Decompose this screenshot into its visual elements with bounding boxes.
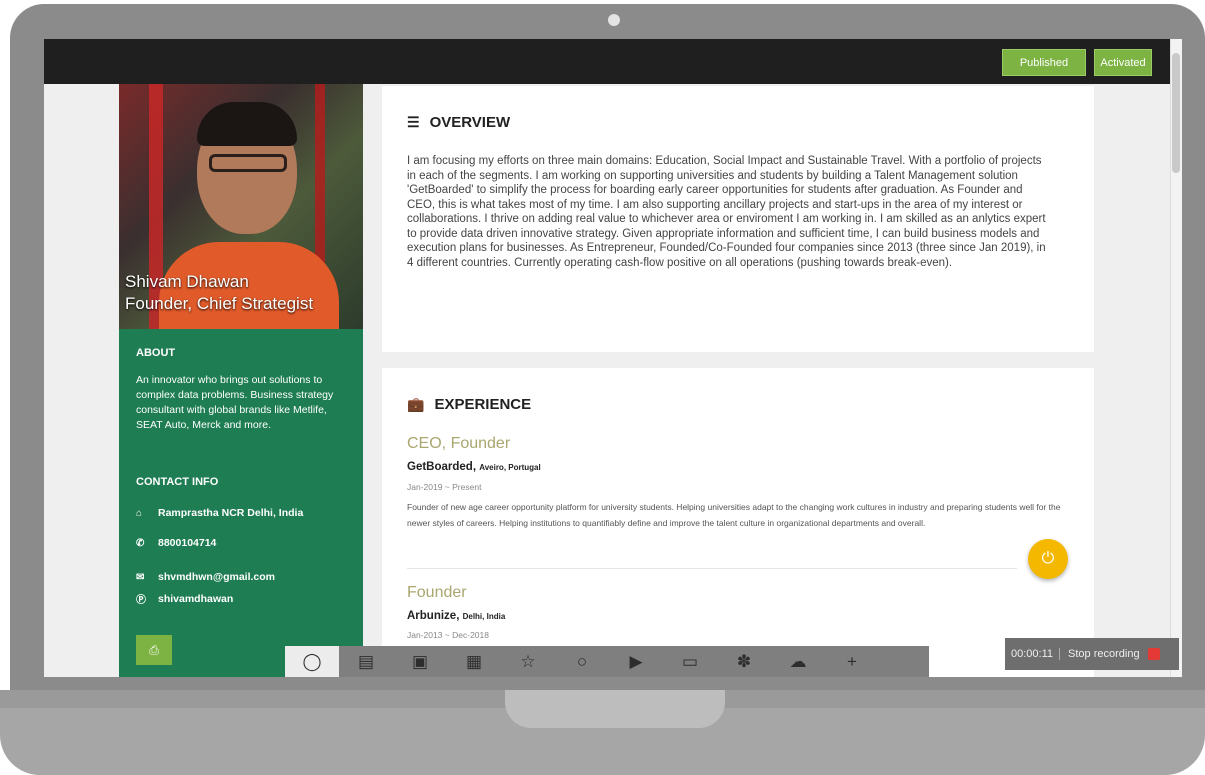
print-button[interactable]: ⎙: [136, 635, 172, 665]
stop-icon[interactable]: [1147, 648, 1160, 660]
photo-glasses: [209, 154, 287, 172]
power-icon: ⏻: [1041, 550, 1055, 567]
overview-text: I am focusing my efforts on three main d…: [407, 155, 1046, 269]
skype-icon: Ⓟ: [136, 595, 146, 606]
video-icon[interactable]: ▶: [609, 646, 663, 677]
webcam: [608, 14, 620, 26]
location-text: Ramprastha NCR Delhi, India: [158, 507, 304, 519]
recording-bar: 00:00:11 Stop recording: [1005, 638, 1179, 670]
plus-icon[interactable]: +: [825, 646, 879, 677]
published-button[interactable]: Published: [1002, 49, 1086, 76]
section-dock: ◯ ▤ ▣ ▦ ☆ ○ ▶ ▭ ✽ ☁ +: [285, 646, 929, 677]
email-icon: ✉: [136, 571, 145, 583]
about-heading: ABOUT: [136, 347, 176, 359]
award-icon[interactable]: ✽: [717, 646, 771, 677]
about-text: An innovator who brings out solutions to…: [136, 374, 334, 431]
profile-role: Founder, Chief Strategist: [125, 294, 314, 313]
home-icon: ⌂: [136, 507, 143, 519]
overview-header: ☰ OVERVIEW: [407, 114, 510, 131]
job-title: Founder: [407, 584, 467, 601]
list-icon: ☰: [407, 114, 420, 130]
company-location: Delhi, India: [462, 612, 506, 621]
job-dates: Jan-2013 ~ Dec-2018: [407, 630, 489, 640]
print-icon: ⎙: [149, 643, 159, 657]
chat-bubble-icon[interactable]: ○: [555, 646, 609, 677]
profile-name: Shivam Dhawan: [125, 272, 249, 291]
laptop-notch: [505, 690, 725, 728]
company-location: Aveiro, Portugal: [479, 463, 541, 472]
profile-sidebar: Shivam Dhawan Founder, Chief Strategist …: [119, 84, 363, 677]
activated-button[interactable]: Activated: [1094, 49, 1152, 76]
contact-location: ⌂ Ramprastha NCR Delhi, India: [136, 507, 303, 519]
email-text[interactable]: shvmdhwn@gmail.com: [158, 571, 275, 583]
power-button[interactable]: ⏻: [1028, 539, 1068, 579]
phone-icon: ✆: [136, 537, 145, 549]
experience-header: 💼 EXPERIENCE: [407, 396, 531, 413]
laptop-frame: Published Activated Shivam Dhawan Founde…: [0, 0, 1205, 775]
photo-hair: [197, 102, 297, 146]
star-icon[interactable]: ☆: [501, 646, 555, 677]
experience-card: 💼 EXPERIENCE CEO, Founder GetBoarded, Av…: [382, 368, 1094, 677]
job-dates: Jan-2019 ~ Present: [407, 482, 482, 492]
screen: Published Activated Shivam Dhawan Founde…: [44, 39, 1182, 677]
person-icon[interactable]: ◯: [285, 646, 339, 677]
top-bar: Published Activated: [44, 39, 1182, 84]
overview-title: OVERVIEW: [429, 114, 511, 131]
briefcase-icon: 💼: [407, 396, 425, 412]
company-name: Arbunize,: [407, 610, 460, 622]
profile-photo: Shivam Dhawan Founder, Chief Strategist: [119, 84, 363, 329]
document-icon[interactable]: ▣: [393, 646, 447, 677]
folder-icon[interactable]: ▭: [663, 646, 717, 677]
job-title: CEO, Founder: [407, 435, 511, 452]
company-name: GetBoarded,: [407, 461, 477, 473]
skype-text[interactable]: shivamdhawan: [158, 593, 233, 605]
contact-phone: ✆ 8800104714: [136, 537, 216, 549]
job-divider: [407, 568, 1017, 569]
contact-heading: CONTACT INFO: [136, 476, 219, 488]
recording-time: 00:00:11: [1005, 648, 1061, 660]
phone-text: 8800104714: [158, 537, 217, 549]
experience-title: EXPERIENCE: [434, 396, 532, 413]
job-description: Founder of new age career opportunity pl…: [407, 502, 1061, 528]
id-card-icon[interactable]: ▤: [339, 646, 393, 677]
scrollbar-thumb[interactable]: [1172, 53, 1180, 173]
overview-card: ☰ OVERVIEW I am focusing my efforts on t…: [382, 86, 1094, 352]
document-edit-icon[interactable]: ▦: [447, 646, 501, 677]
contact-skype[interactable]: Ⓟ shivamdhawan: [136, 591, 233, 607]
cloud-upload-icon[interactable]: ☁: [771, 646, 825, 677]
contact-email[interactable]: ✉ shvmdhwn@gmail.com: [136, 571, 275, 583]
job-company: Arbunize, Delhi, India: [407, 610, 505, 622]
job-company: GetBoarded, Aveiro, Portugal: [407, 461, 541, 473]
stop-recording-button[interactable]: Stop recording: [1060, 648, 1148, 660]
